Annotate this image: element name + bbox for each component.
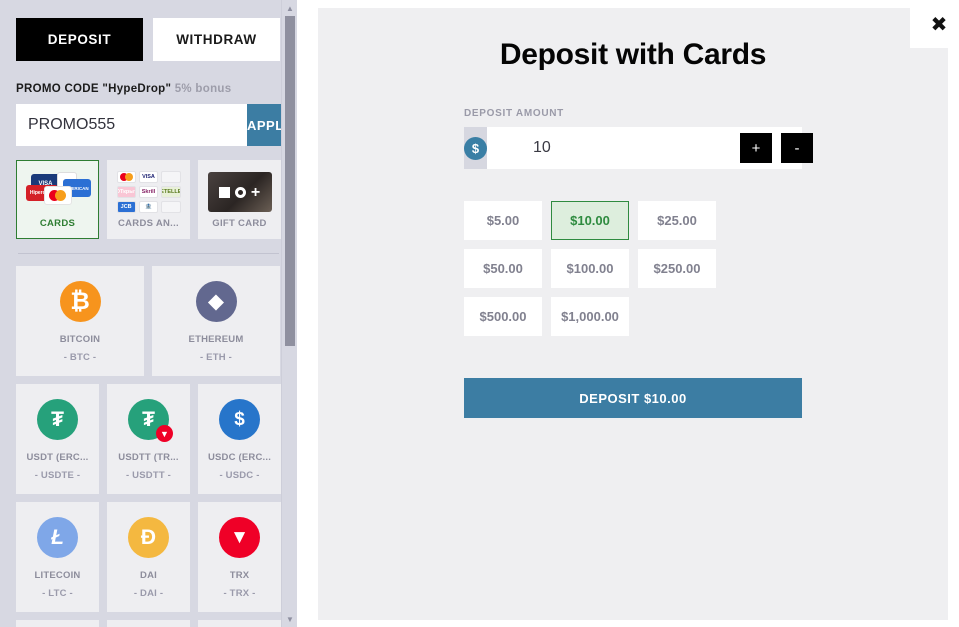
preset-amount[interactable]: $1,000.00 (551, 297, 629, 336)
crypto-name: USDT (ERC... (26, 452, 89, 463)
sidebar-divider (18, 253, 279, 254)
payment-method-label: CARDS (39, 218, 76, 229)
crypto-dai[interactable]: Ð DAI - DAI - (107, 502, 190, 612)
crypto-name: ETHEREUM (188, 334, 244, 345)
payment-method-label: GIFT CARD (212, 218, 267, 229)
page-title: Deposit with Cards (499, 38, 767, 71)
preset-amount[interactable]: $5.00 (464, 201, 542, 240)
preset-amount[interactable]: $25.00 (638, 201, 716, 240)
crypto-ethereum[interactable]: ◆ ETHEREUM - ETH - (152, 266, 280, 376)
crypto-ticker: - USDTT - (125, 470, 172, 481)
currency-icon-box: $ (464, 127, 487, 169)
tether-tron-icon: ₮ ▼ (128, 399, 173, 442)
promo-code-label-main: PROMO CODE "HypeDrop" (16, 83, 172, 95)
bitcoin-icon: ₿ (59, 281, 101, 322)
deposit-form: DEPOSIT AMOUNT $ + - $5.00 $10.00 $25.00… (318, 108, 948, 418)
crypto-usdc-erc[interactable]: $ USDC (ERC... - USDC - (198, 384, 281, 494)
crypto-row: ₮ USDT (ERC... - USDTE - ₮ ▼ USDTT (TR..… (16, 384, 281, 494)
crypto-name: BITCOIN (59, 334, 101, 345)
crypto-trx[interactable]: ▼ TRX - TRX - (198, 502, 281, 612)
crypto-ticker: - ETH - (199, 352, 232, 363)
crypto-ticker: - USDC - (219, 470, 260, 481)
crypto-more-3[interactable] (198, 620, 281, 627)
crypto-row: ₿ BITCOIN - BTC - ◆ ETHEREUM - ETH - (16, 266, 281, 376)
crypto-row-partial (16, 620, 281, 627)
crypto-name: TRX (229, 570, 250, 581)
deposit-submit-button[interactable]: DEPOSIT $10.00 (464, 378, 802, 418)
dai-icon: Ð (128, 517, 169, 558)
crypto-name: USDTT (TR... (118, 452, 179, 463)
promo-code-row: APPLY (16, 104, 292, 146)
close-icon[interactable]: ✖ (910, 0, 959, 48)
promo-code-label: PROMO CODE "HypeDrop" 5% bonus (16, 83, 281, 95)
payment-method-cards-and-wallets[interactable]: VISA ОТкрыт Skrill NETELLER JCB 🏦 CARDS … (107, 160, 190, 239)
crypto-ticker: - LTC - (42, 588, 73, 599)
tab-deposit[interactable]: DEPOSIT (16, 18, 143, 61)
crypto-name: USDC (ERC... (207, 452, 272, 463)
preset-amount-selected[interactable]: $10.00 (551, 201, 629, 240)
scroll-up-arrow-icon[interactable]: ▲ (282, 0, 297, 16)
gift-card-icon: + (207, 169, 272, 215)
crypto-usdt-trc[interactable]: ₮ ▼ USDTT (TR... - USDTT - (107, 384, 190, 494)
crypto-row: Ł LITECOIN - LTC - Ð DAI - DAI - ▼ TRX -… (16, 502, 281, 612)
preset-amount[interactable]: $500.00 (464, 297, 542, 336)
deposit-withdraw-tabs: DEPOSIT WITHDRAW (16, 18, 281, 61)
crypto-litecoin[interactable]: Ł LITECOIN - LTC - (16, 502, 99, 612)
payment-method-label: CARDS AN... (117, 218, 179, 229)
crypto-ticker: - USDTE - (34, 470, 81, 481)
tether-icon: ₮ (37, 399, 78, 440)
crypto-ticker: - DAI - (133, 588, 164, 599)
preset-amount[interactable]: $250.00 (638, 249, 716, 288)
crypto-more-1[interactable] (16, 620, 99, 627)
promo-code-input[interactable] (16, 104, 247, 146)
deposit-screen: DEPOSIT WITHDRAW PROMO CODE "HypeDrop" 5… (0, 0, 959, 627)
sidebar-scrollbar[interactable]: ▲ ▼ (281, 0, 297, 627)
crypto-ticker: - TRX - (223, 588, 256, 599)
dollar-icon: $ (464, 136, 487, 160)
deposit-sidebar: DEPOSIT WITHDRAW PROMO CODE "HypeDrop" 5… (0, 0, 297, 627)
crypto-usdt-erc[interactable]: ₮ USDT (ERC... - USDTE - (16, 384, 99, 494)
payment-method-cards[interactable]: VISA ● AMERICAN Hipercard CARDS (16, 160, 99, 239)
deposit-modal: ✖ Deposit with Cards DEPOSIT AMOUNT $ + … (318, 0, 959, 620)
payment-method-list: VISA ● AMERICAN Hipercard CARDS (16, 160, 281, 239)
scroll-down-arrow-icon[interactable]: ▼ (282, 611, 297, 627)
crypto-ticker: - BTC - (63, 352, 97, 363)
tron-icon: ▼ (219, 517, 260, 558)
decrement-button[interactable]: - (781, 133, 813, 163)
deposit-amount-label: DEPOSIT AMOUNT (464, 108, 564, 119)
crypto-bitcoin[interactable]: ₿ BITCOIN - BTC - (16, 266, 144, 376)
usdc-icon: $ (219, 399, 260, 440)
preset-amount[interactable]: $100.00 (551, 249, 629, 288)
tab-withdraw[interactable]: WITHDRAW (153, 18, 280, 61)
crypto-method-list: ₿ BITCOIN - BTC - ◆ ETHEREUM - ETH - ₮ U… (16, 266, 281, 627)
credit-cards-stack-icon: VISA ● AMERICAN Hipercard (25, 169, 91, 215)
amount-steppers: + - (740, 133, 818, 163)
preset-amount-grid: $5.00 $10.00 $25.00 $50.00 $100.00 $250.… (464, 201, 802, 336)
promo-bonus-text: 5% bonus (174, 83, 232, 95)
crypto-more-2[interactable] (107, 620, 190, 627)
deposit-amount-input[interactable] (487, 139, 740, 157)
crypto-name: LITECOIN (34, 570, 81, 581)
deposit-amount-row: $ + - (464, 127, 813, 169)
preset-amount[interactable]: $50.00 (464, 249, 542, 288)
scrollbar-thumb[interactable] (285, 16, 295, 346)
litecoin-icon: Ł (37, 517, 78, 558)
increment-button[interactable]: + (740, 133, 772, 163)
payment-method-gift-card[interactable]: + GIFT CARD (198, 160, 281, 239)
ethereum-icon: ◆ (195, 281, 237, 322)
crypto-name: DAI (140, 570, 157, 581)
cards-and-wallets-icon: VISA ОТкрыт Skrill NETELLER JCB 🏦 (116, 169, 181, 215)
